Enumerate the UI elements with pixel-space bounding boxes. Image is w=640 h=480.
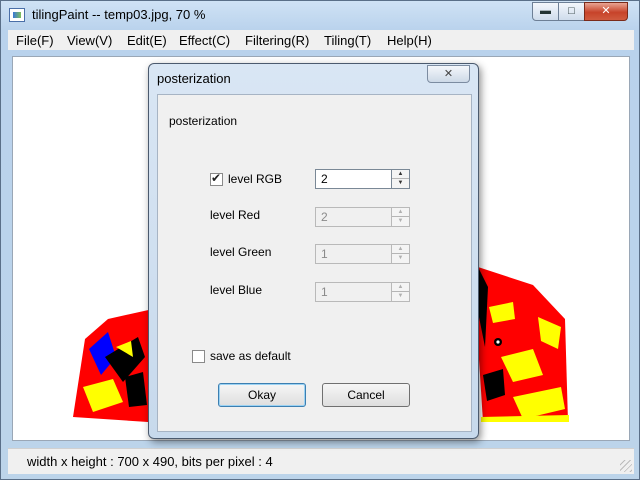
spin-up-icon: ▲ xyxy=(392,283,409,292)
level-blue-label: level Blue xyxy=(210,283,263,297)
dialog-heading: posterization xyxy=(169,114,238,128)
okay-button[interactable]: Okay xyxy=(218,383,306,407)
menu-edit[interactable]: Edit(E) xyxy=(127,33,167,48)
spin-up-icon[interactable]: ▲ xyxy=(392,170,409,179)
save-default-checkbox[interactable] xyxy=(192,350,205,363)
level-rgb-label: level RGB xyxy=(228,172,283,186)
menu-effect[interactable]: Effect(C) xyxy=(179,33,230,48)
maximize-button[interactable]: □ xyxy=(558,2,585,21)
level-blue-input: 1 xyxy=(315,282,392,302)
menu-view[interactable]: View(V) xyxy=(67,33,112,48)
spin-up-icon: ▲ xyxy=(392,245,409,254)
close-button[interactable]: ✕ xyxy=(584,2,628,21)
level-red-input: 2 xyxy=(315,207,392,227)
title-bar[interactable]: tilingPaint -- temp03.jpg, 70 % ▬ □ ✕ xyxy=(1,1,639,29)
menu-filtering[interactable]: Filtering(R) xyxy=(245,33,309,48)
spin-down-icon: ▼ xyxy=(397,218,404,224)
menu-tiling[interactable]: Tiling(T) xyxy=(324,33,371,48)
level-green-input: 1 xyxy=(315,244,392,264)
resize-grip-icon[interactable] xyxy=(620,460,632,472)
level-green-spinner: 1 ▲ ▼ xyxy=(315,244,411,264)
spin-up-icon: ▲ xyxy=(392,208,409,217)
level-red-label: level Red xyxy=(210,208,261,222)
app-icon xyxy=(9,8,25,22)
level-rgb-input[interactable]: 2 xyxy=(315,169,392,189)
dialog-title: posterization xyxy=(157,71,231,86)
window-title: tilingPaint -- temp03.jpg, 70 % xyxy=(32,7,206,22)
minimize-button[interactable]: ▬ xyxy=(532,2,559,21)
level-blue-spinner: 1 ▲ ▼ xyxy=(315,282,411,302)
level-red-spinner: 2 ▲ ▼ xyxy=(315,207,411,227)
spin-down-icon: ▼ xyxy=(397,293,404,299)
menu-bar: File(F) View(V) Edit(E) Effect(C) Filter… xyxy=(8,30,634,50)
spin-down-icon: ▼ xyxy=(397,255,404,261)
spin-down-icon[interactable]: ▼ xyxy=(392,179,409,188)
menu-file[interactable]: File(F) xyxy=(16,33,54,48)
menu-help[interactable]: Help(H) xyxy=(387,33,432,48)
posterization-dialog: posterization ✕ posterization level RGB … xyxy=(148,63,479,439)
level-rgb-checkbox[interactable] xyxy=(210,171,223,186)
status-text: width x height : 700 x 490, bits per pix… xyxy=(27,454,273,469)
save-default-label: save as default xyxy=(210,349,291,363)
level-rgb-spinner: 2 ▲ ▼ xyxy=(315,169,411,189)
cancel-button[interactable]: Cancel xyxy=(322,383,410,407)
dialog-body: posterization level RGB 2 ▲ ▼ level Red … xyxy=(157,94,472,432)
status-bar: width x height : 700 x 490, bits per pix… xyxy=(8,448,634,474)
level-green-label: level Green xyxy=(210,245,272,259)
dialog-close-button[interactable]: ✕ xyxy=(427,65,470,83)
